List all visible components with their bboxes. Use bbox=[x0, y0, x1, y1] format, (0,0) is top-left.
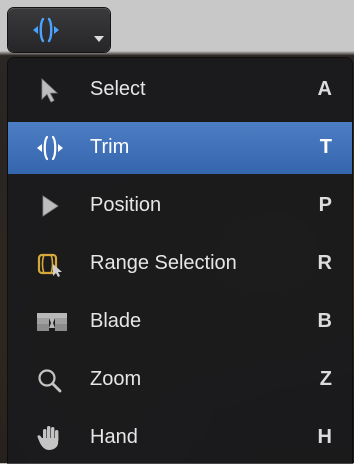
range-selection-icon bbox=[36, 251, 64, 277]
blade-icon bbox=[36, 309, 67, 335]
menu-item-range-selection[interactable]: Range Selection R bbox=[8, 238, 352, 290]
menu-item-shortcut: H bbox=[317, 426, 332, 448]
menu-item-shortcut: T bbox=[319, 136, 332, 158]
menu-item-label: Trim bbox=[90, 136, 130, 158]
menu-item-shortcut: B bbox=[317, 310, 332, 332]
menu-item-hand[interactable]: Hand H bbox=[8, 412, 352, 464]
menu-item-label: Range Selection bbox=[90, 252, 237, 274]
chevron-down-icon bbox=[94, 30, 104, 48]
menu-item-shortcut: A bbox=[317, 78, 332, 100]
menu-item-select[interactable]: Select A bbox=[8, 64, 352, 116]
menu-item-zoom[interactable]: Zoom Z bbox=[8, 354, 352, 406]
arrow-pointer-icon bbox=[36, 77, 64, 103]
tool-picker-button[interactable] bbox=[8, 8, 110, 52]
menu-item-shortcut: R bbox=[317, 252, 332, 274]
menu-item-trim[interactable]: Trim T bbox=[8, 122, 352, 174]
menu-item-label: Zoom bbox=[90, 368, 142, 390]
hand-icon bbox=[36, 425, 64, 451]
menu-item-label: Select bbox=[90, 78, 146, 100]
menu-item-label: Hand bbox=[90, 426, 138, 448]
position-arrow-icon bbox=[36, 193, 64, 219]
menu-item-position[interactable]: Position P bbox=[8, 180, 352, 232]
tool-menu: Select A Trim T Position P Range Selecti… bbox=[8, 58, 352, 463]
zoom-icon bbox=[36, 367, 64, 393]
menu-item-label: Blade bbox=[90, 310, 142, 332]
menu-item-shortcut: P bbox=[318, 194, 332, 216]
trim-icon bbox=[32, 17, 60, 48]
menu-item-label: Position bbox=[90, 194, 162, 216]
menu-item-shortcut: Z bbox=[319, 368, 332, 390]
menu-item-blade[interactable]: Blade B bbox=[8, 296, 352, 348]
trim-icon bbox=[36, 135, 64, 161]
